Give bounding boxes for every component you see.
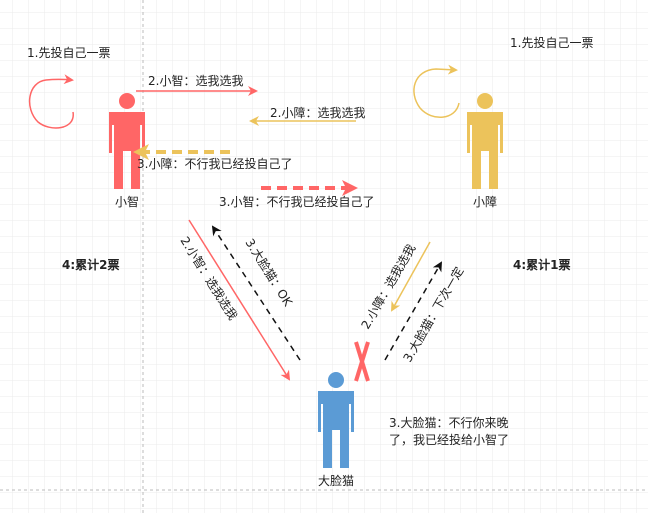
actor-label-left: 小智 <box>115 194 139 209</box>
total-votes-right: 4:累计1票 <box>513 257 571 272</box>
self-vote-label-right: 1.先投自己一票 <box>510 35 593 50</box>
actor-label-bottom: 大脸猫 <box>318 474 354 488</box>
msg-xz-ask-xzh: 2.小智：选我选我 <box>148 73 243 88</box>
dlm-reply-line1: 3.大脸猫：不行你来晚 <box>389 416 508 430</box>
msg-xzh-ask-xz: 2.小障：选我选我 <box>270 105 365 120</box>
actor-label-right: 小障 <box>473 194 497 209</box>
self-vote-label-left: 1.先投自己一票 <box>27 45 110 60</box>
msg-xz-reject: 3.小智：不行我已经投自己了 <box>219 194 374 209</box>
msg-xzh-reject: 3.小障：不行我已经投自己了 <box>137 156 292 171</box>
diagram-canvas: 小智 小障 大脸猫 1.先投自己一票 1.先投自己一票 2.小智：选我选我 2.… <box>0 0 648 513</box>
dlm-reply-line2: 了，我已经投给小智了 <box>389 432 509 447</box>
total-votes-left: 4:累计2票 <box>62 257 120 272</box>
